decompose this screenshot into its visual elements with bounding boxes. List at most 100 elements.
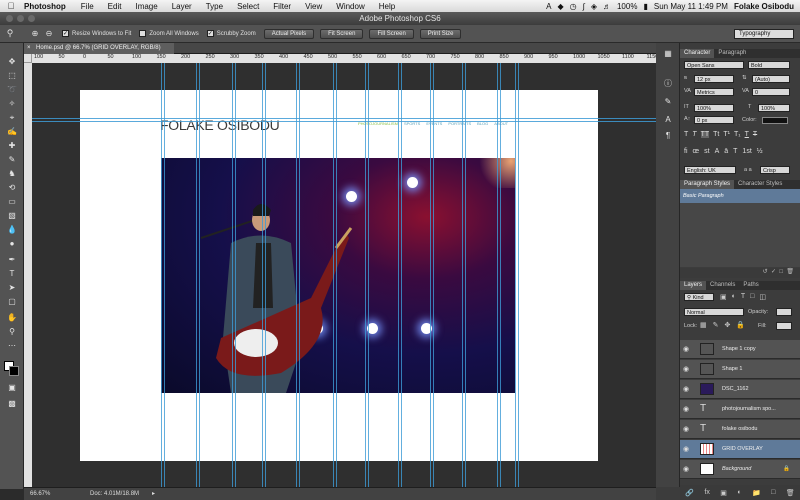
vertical-guide[interactable] [497,63,498,487]
delete-layer-icon[interactable]: 🗑 [786,489,795,497]
menu-clock[interactable]: Sun May 11 1:49 PM [654,2,728,11]
menu-help[interactable]: Help [372,2,402,11]
layer-row[interactable]: ◉ Background 🔒 [680,460,800,479]
pen-tool-icon[interactable]: ✒ [4,255,20,265]
visibility-eye-icon[interactable]: ◉ [683,340,689,359]
document-canvas[interactable]: FOLAKE OSIBODU PHOTOJOURNALISM SPORTS EV… [80,90,598,461]
battery-icon[interactable]: ▮ [643,2,647,11]
history-brush-tool-icon[interactable]: ⟲ [4,183,20,193]
menu-edit[interactable]: Edit [101,2,129,11]
ligature-icon[interactable]: fi [684,148,688,155]
vertical-guide[interactable] [161,63,162,487]
gradient-tool-icon[interactable]: ▧ [4,211,20,221]
zoom-tool-icon[interactable]: ⚲ [4,327,20,337]
ruler-origin[interactable] [24,54,32,63]
lock-image-icon[interactable]: ✎ [713,321,719,329]
baseline-shift-field[interactable]: 0 px [694,116,734,124]
tab-channels[interactable]: Channels [706,281,739,290]
canvas-area[interactable]: FOLAKE OSIBODU PHOTOJOURNALISM SPORTS EV… [32,63,656,487]
status-menu-icon[interactable]: ◆ [557,2,563,11]
close-tab-icon[interactable]: × [27,43,31,54]
blend-mode-select[interactable]: Normal [684,308,744,316]
path-select-tool-icon[interactable]: ➤ [4,283,20,293]
clear-override-icon[interactable]: ↺ [763,269,768,275]
menu-type[interactable]: Type [199,2,230,11]
vertical-scale-field[interactable]: 100% [694,104,734,112]
vertical-guide[interactable] [500,63,501,487]
lock-transparent-icon[interactable]: ▦ [700,321,707,329]
horizontal-scale-field[interactable]: 100% [758,104,790,112]
titling-icon[interactable]: ā [724,148,728,155]
healing-brush-tool-icon[interactable]: ✚ [4,141,20,151]
new-group-icon[interactable]: 📁 [752,489,761,497]
layer-row[interactable]: ◉ T folake osibodu [680,420,800,439]
smart-object-filter-icon[interactable]: ◫ [759,293,766,301]
lock-position-icon[interactable]: ✥ [725,321,731,329]
pixel-filter-icon[interactable]: ▣ [720,293,727,301]
hand-tool-icon[interactable]: ✋ [4,313,20,323]
tab-paragraph-styles[interactable]: Paragraph Styles [680,180,735,189]
scrubby-zoom-checkbox[interactable]: ✓ Scrubby Zoom [206,30,256,37]
rectangle-tool-icon[interactable]: ▢ [4,297,20,307]
leading-field[interactable]: (Auto) [752,75,790,83]
menu-filter[interactable]: Filter [266,2,298,11]
superscript-icon[interactable]: T¹ [723,131,730,138]
tab-paragraph[interactable]: Paragraph [714,49,750,58]
all-caps-icon[interactable]: TT [700,131,710,138]
stylistic-alt-icon[interactable]: st [704,148,709,155]
strikethrough-icon[interactable]: T [753,131,757,138]
screen-mode-icon[interactable]: ▩ [4,399,20,409]
small-caps-icon[interactable]: Tt [713,131,719,138]
type-filter-icon[interactable]: T [741,293,745,301]
shape-filter-icon[interactable]: □ [750,293,754,301]
layer-mask-icon[interactable]: ▣ [720,489,727,497]
layer-row[interactable]: ◉ DSC_1162 [680,380,800,399]
kerning-field[interactable]: Metrics [694,88,734,96]
vertical-guide[interactable] [433,63,434,487]
zoom-all-checkbox[interactable]: Zoom All Windows [139,30,199,37]
layer-row[interactable]: ◉ Shape 1 [680,360,800,379]
bluetooth-icon[interactable]: ∫ [583,2,585,11]
lock-all-icon[interactable]: 🔒 [736,321,745,329]
document-tab[interactable]: × Home.psd @ 66.7% (GRID OVERLAY, RGB/8) [24,43,174,54]
vertical-guide[interactable] [232,63,233,487]
vertical-ruler[interactable] [24,54,32,490]
fill-field[interactable] [776,322,792,330]
dodge-tool-icon[interactable]: ● [4,239,20,249]
status-arrow-icon[interactable]: ▸ [152,488,155,500]
vertical-guide[interactable] [196,63,197,487]
antialias-select[interactable]: Crisp [760,166,790,174]
vertical-guide[interactable] [262,63,263,487]
ordinal-icon[interactable]: T [733,148,737,155]
workspace-select[interactable]: Typography [734,28,794,39]
vertical-guide[interactable] [265,63,266,487]
horizontal-guide[interactable] [32,121,656,122]
menu-layer[interactable]: Layer [165,2,199,11]
zoom-window-button[interactable] [28,15,35,22]
clone-stamp-tool-icon[interactable]: ♞ [4,169,20,179]
horizontal-ruler[interactable]: 100 50 0 50 100 150 200 250 300 350 400 450 500 550 60… [32,54,656,63]
vertical-guide[interactable] [465,63,466,487]
font-family-select[interactable]: Open Sans [684,61,744,69]
eyedropper-tool-icon[interactable]: ✍ [4,127,20,137]
tab-layers[interactable]: Layers [680,281,707,290]
faux-italic-icon[interactable]: T [692,131,696,138]
history-panel-icon[interactable]: ▦ [660,49,676,59]
discretionary-ligature-icon[interactable]: œ [693,148,700,155]
adjustment-filter-icon[interactable]: ◐ [732,293,736,301]
quick-mask-icon[interactable]: ▣ [4,383,20,393]
adobe-icon[interactable]: A [546,2,551,11]
delete-style-icon[interactable]: 🗑 [786,269,794,275]
redefine-style-icon[interactable]: ✓ [771,269,776,275]
link-layers-icon[interactable]: 🔗 [685,489,694,497]
vertical-guide[interactable] [299,63,300,487]
vertical-guide[interactable] [336,63,337,487]
visibility-eye-icon[interactable]: ◉ [683,360,689,379]
more-tools-icon[interactable]: ⋯ [4,341,20,351]
layer-row[interactable]: ◉ T photojournalism spo... [680,400,800,419]
visibility-eye-icon[interactable]: ◉ [683,460,689,479]
resize-windows-checkbox[interactable]: ✓ Resize Windows to Fit [62,30,131,37]
vertical-guide[interactable] [515,63,516,487]
tab-paths[interactable]: Paths [739,281,762,290]
crop-tool-icon[interactable]: ⌖ [4,113,20,123]
